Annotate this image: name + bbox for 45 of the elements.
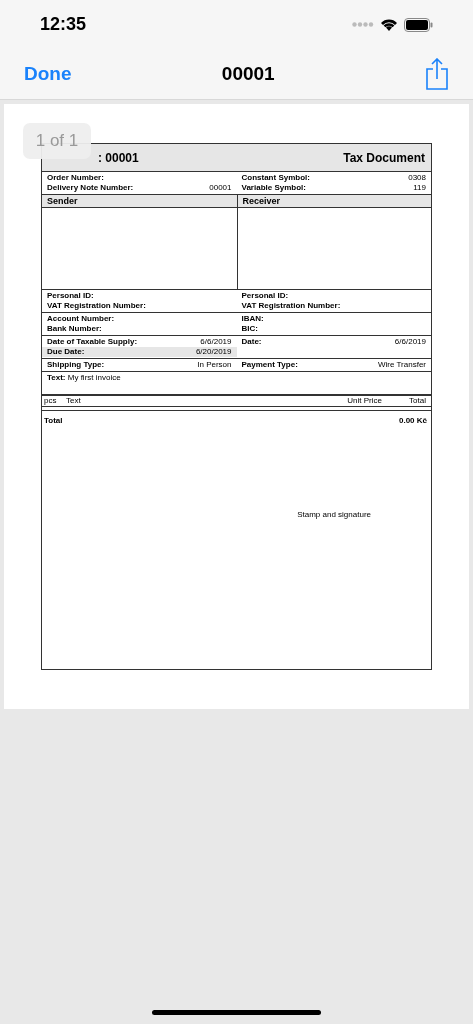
field-value: 6/6/2019: [200, 337, 232, 347]
field-label: Bank Number:: [47, 324, 102, 334]
field-label: VAT Registration Number:: [241, 301, 341, 311]
document-type: Tax Document: [343, 149, 425, 167]
done-button[interactable]: Done: [24, 60, 72, 89]
field-label: BIC:: [241, 324, 258, 334]
field-value: Wire Transfer: [378, 360, 426, 370]
nav-title: 00001: [221, 62, 275, 86]
column-heading: Unit Price: [346, 396, 383, 406]
wifi-icon: [380, 18, 398, 32]
field-value: 119: [413, 183, 426, 193]
field-label: Order Number:: [47, 173, 104, 183]
field-value: 6/6/2019: [394, 337, 426, 347]
column-heading: pcs: [44, 396, 58, 406]
battery-icon: [404, 17, 433, 32]
column-heading: Receiver: [236, 195, 431, 208]
field-value: 0308: [408, 173, 426, 183]
field-value: 6/20/2019: [195, 347, 232, 357]
invoice-note: Text: My first invoice: [47, 373, 121, 382]
field-label: Due Date:: [47, 347, 85, 357]
field-label: Shipping Type:: [47, 360, 105, 370]
status-time: 12:35: [40, 13, 87, 37]
signal-icon: [352, 22, 374, 28]
page-counter: 1 of 1: [23, 123, 91, 159]
field-value: 00001: [209, 183, 232, 193]
field-label: Date of Taxable Supply:: [47, 337, 138, 347]
field-label: Personal ID:: [47, 291, 94, 301]
share-icon[interactable]: [425, 58, 449, 91]
field-label: Personal ID:: [241, 291, 289, 301]
invoice-title: : 00001: [98, 149, 139, 167]
total-value: 0.00 Kč: [398, 415, 427, 427]
column-heading: Sender: [46, 195, 79, 208]
column-heading: Total: [408, 396, 427, 406]
field-label: Variable Symbol:: [241, 183, 306, 193]
field-label: Delivery Note Number:: [47, 183, 134, 193]
total-label: Total: [44, 415, 63, 427]
field-label: VAT Registration Number:: [47, 301, 146, 311]
field-value: In Person: [197, 360, 232, 370]
field-label: IBAN:: [241, 314, 264, 324]
field-label: Date:: [241, 337, 262, 347]
stamp-label: Stamp and signature: [297, 509, 371, 521]
field-label: Constant Symbol:: [241, 173, 310, 183]
field-label: Account Number:: [47, 314, 115, 324]
field-label: Payment Type:: [241, 360, 298, 370]
column-heading: Text: [66, 396, 82, 406]
